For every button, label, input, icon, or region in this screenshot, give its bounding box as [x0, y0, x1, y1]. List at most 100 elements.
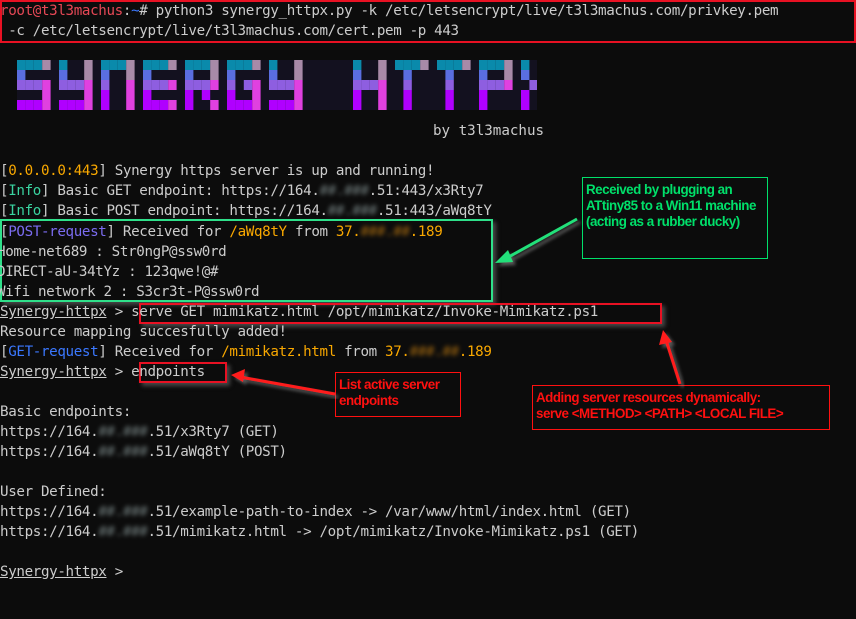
- startup-tag: 0.0.0.0:443: [8, 163, 99, 179]
- banner-pixel: [378, 70, 387, 80]
- banner-pixel: [294, 70, 303, 80]
- banner-pixel: [227, 60, 236, 70]
- banner-pixel: [479, 100, 488, 110]
- banner-pixel: [445, 80, 454, 90]
- banner-pixel: [151, 100, 160, 110]
- banner-pixel: [126, 90, 135, 100]
- banner-pixel: [59, 70, 68, 80]
- banner-pixel: [193, 60, 202, 70]
- prompt-label: Synergy-httpx: [0, 364, 107, 380]
- banner-pixel: [17, 80, 26, 90]
- banner-pixel: [411, 60, 421, 70]
- red-arrow-endpoints: [231, 369, 336, 396]
- banner-pixel: [159, 80, 169, 90]
- banner-pixel: [75, 80, 85, 90]
- banner-pixel: [403, 100, 412, 110]
- banner-pixel: [143, 80, 152, 90]
- redacted-ip: ##.###: [98, 504, 148, 520]
- banner-pixel: [42, 60, 51, 70]
- banner-pixel: [445, 60, 454, 70]
- banner-pixel: [101, 100, 110, 110]
- annotation-adding-resources: Adding server resources dynamically: serv…: [532, 385, 830, 430]
- banner-pixel: [126, 70, 135, 80]
- banner-pixel: [185, 60, 194, 70]
- startup-message: Synergy https server is up and running!: [106, 163, 435, 179]
- get-from: from: [335, 344, 386, 360]
- endpoint-row: https://164.##.###.51/mimikatz.html -> /…: [0, 522, 639, 542]
- banner-pixel: [403, 60, 412, 70]
- banner-pixel: [420, 60, 429, 70]
- user-defined-header: User Defined:: [0, 484, 107, 500]
- banner-pixel: [201, 90, 211, 100]
- banner-pixel: [353, 90, 362, 100]
- banner-pixel: [210, 60, 219, 70]
- redacted-ip: ##.###: [98, 424, 148, 440]
- banner-pixel: [227, 70, 236, 80]
- banner-pixel: [126, 80, 135, 90]
- basic-endpoints-header: Basic endpoints:: [0, 404, 132, 420]
- banner-pixel: [521, 60, 530, 70]
- banner-pixel: [294, 90, 303, 100]
- endpoint-url-tail: .51/mimikatz.html -> /opt/mimikatz/Invok…: [147, 524, 639, 540]
- post-received-text: Received for: [114, 224, 230, 240]
- banner-pixel: [17, 70, 26, 80]
- banner-pixel: [294, 100, 303, 110]
- banner-pixel: [243, 80, 253, 90]
- endpoint-row: https://164.##.###.51/x3Rty7 (GET): [0, 422, 279, 442]
- active-prompt-line[interactable]: Synergy-httpx >: [0, 562, 131, 582]
- banner-pixel: [294, 80, 303, 90]
- banner-pixel: [521, 90, 530, 100]
- banner-pixel: [25, 60, 34, 70]
- banner-pixel: [67, 100, 76, 110]
- endpoint-url-head: https://164.: [0, 444, 99, 460]
- banner-pixel: [277, 100, 286, 110]
- startup-line: [0.0.0.0:443] Synergy https server is up…: [0, 163, 435, 179]
- banner-pixel: [168, 60, 177, 70]
- banner-pixel: [353, 70, 362, 80]
- endpoints-command-input[interactable]: endpoints: [131, 364, 205, 380]
- post-ip-head: 37.: [335, 224, 361, 240]
- banner-pixel: [252, 80, 261, 90]
- banner-pixel: [504, 60, 513, 70]
- banner-pixel: [201, 80, 211, 90]
- post-ip-tail: .189: [409, 224, 443, 240]
- banner-pixel: [361, 80, 370, 90]
- get-ip-head: 37.: [385, 344, 410, 360]
- banner-pixel: [521, 70, 530, 80]
- get-ip-tail: .189: [458, 344, 492, 360]
- banner-pixel: [445, 100, 454, 110]
- redacted-ip: ##.###: [327, 203, 378, 219]
- banner-pixel: [101, 90, 110, 100]
- redacted-ip: ###.##: [409, 344, 460, 360]
- redacted-ip: ##.###: [319, 183, 370, 199]
- banner-pixel: [143, 60, 152, 70]
- banner-pixel: [185, 70, 194, 80]
- annotation-line: Adding server resources dynamically:: [536, 390, 761, 405]
- endpoint-row: https://164.##.###.51/example-path-to-in…: [0, 502, 631, 522]
- banner-pixel: [126, 100, 135, 110]
- banner-pixel: [109, 60, 118, 70]
- banner-pixel: [17, 100, 26, 110]
- banner-pixel: [84, 60, 93, 70]
- banner-pixel: [353, 80, 362, 90]
- prompt-label: Synergy-httpx: [0, 564, 107, 580]
- banner-pixel: [403, 80, 412, 90]
- endpoint-url-tail: .51/example-path-to-index -> /var/www/ht…: [147, 504, 631, 520]
- banner-pixel: [252, 100, 261, 110]
- banner-pixel: [294, 60, 303, 70]
- endpoint-row: https://164.##.###.51/aWq8tY (POST): [0, 442, 287, 462]
- synergy-httpx-banner-logo: [17, 60, 537, 110]
- banner-pixel: [378, 100, 387, 110]
- info-tag: Info: [8, 183, 41, 199]
- endpoint-url-head: https://164.: [0, 524, 99, 540]
- serve-command-input[interactable]: serve GET mimikatz.html /opt/mimikatz/In…: [131, 304, 598, 320]
- banner-pixel: [201, 60, 211, 70]
- command-text-1: python3 synergy_httpx.py -k /etc/letsenc…: [147, 3, 779, 19]
- banner-pixel: [269, 70, 278, 80]
- credential-line: DIRECT-aU-34tYz : 123qwe!@#: [0, 264, 219, 280]
- banner-pixel: [159, 100, 169, 110]
- banner-pixel: [185, 100, 194, 110]
- user-host: root@t3l3machus: [0, 3, 123, 19]
- banner-pixel: [285, 80, 295, 90]
- post-request-line: [POST-request] Received for /aWq8tY from…: [0, 224, 443, 240]
